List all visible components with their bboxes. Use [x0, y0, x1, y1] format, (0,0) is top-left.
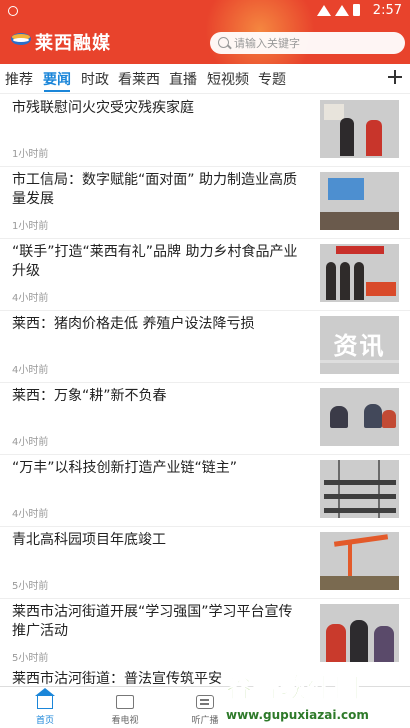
tab-live[interactable]: 直播	[169, 69, 197, 89]
news-item[interactable]: 莱西：猪肉价格走低 养殖户设法降亏损 4小时前 资讯	[0, 311, 410, 383]
nav-home[interactable]: 首页	[10, 687, 80, 728]
news-title: 市工信局：数字赋能“面对面” 助力制造业高质量发展	[12, 172, 297, 207]
tab-short-video[interactable]: 短视频	[207, 69, 249, 89]
app-screen: 2:57 莱西融媒 推荐 要闻 时政 看莱西 直播 短视频 专题 市残联慰问火灾…	[0, 0, 410, 728]
news-thumbnail	[320, 388, 399, 446]
news-thumbnail	[320, 100, 399, 158]
news-thumbnail	[320, 244, 399, 302]
tab-recommend[interactable]: 推荐	[5, 69, 33, 89]
news-title: 市残联慰问火灾受灾残疾家庭	[12, 100, 194, 116]
battery-icon	[353, 4, 360, 16]
status-time: 2:57	[372, 3, 402, 18]
news-title: 青北高科园项目年底竣工	[12, 532, 166, 548]
news-item[interactable]: 市工信局：数字赋能“面对面” 助力制造业高质量发展 1小时前	[0, 167, 410, 239]
radio-icon	[196, 695, 214, 709]
search-bar[interactable]	[210, 32, 405, 54]
search-icon	[218, 37, 229, 48]
tab-politics[interactable]: 时政	[81, 69, 109, 89]
news-title: 莱西市沽河街道：普法宣传筑平安	[12, 671, 222, 687]
news-time: 4小时前	[12, 293, 49, 304]
news-item[interactable]: 青北高科园项目年底竣工 5小时前	[0, 527, 410, 599]
nav-tv[interactable]: 看电视	[90, 687, 160, 728]
app-header: 2:57 莱西融媒	[0, 0, 410, 64]
news-time: 4小时前	[12, 437, 49, 448]
news-thumbnail	[320, 532, 399, 590]
tv-icon	[116, 695, 134, 709]
news-item[interactable]: “联手”打造“莱西有礼”品牌 助力乡村食品产业升级 4小时前	[0, 239, 410, 311]
news-thumbnail	[320, 604, 399, 662]
news-thumbnail	[320, 172, 399, 230]
news-thumbnail	[320, 460, 399, 518]
notification-icon	[8, 6, 18, 16]
news-thumbnail-label: 资讯	[333, 332, 386, 360]
brand-logo-icon	[11, 33, 31, 45]
status-icons	[317, 4, 360, 16]
nav-tv-label: 看电视	[111, 716, 139, 726]
tab-headlines[interactable]: 要闻	[43, 69, 71, 89]
add-channel-icon[interactable]	[386, 68, 404, 86]
news-time: 4小时前	[12, 365, 49, 376]
news-time: 4小时前	[12, 509, 49, 520]
news-time: 1小时前	[12, 221, 49, 232]
tab-see-laixi[interactable]: 看莱西	[118, 69, 160, 89]
news-list: 市残联慰问火灾受灾残疾家庭 1小时前 市工信局：数字赋能“面对面” 助力制造业高…	[0, 95, 410, 665]
nav-home-label: 首页	[35, 716, 54, 726]
watermark-url: www.gupuxiazai.com	[224, 708, 371, 722]
search-input[interactable]	[234, 35, 394, 51]
news-item[interactable]: 莱西市沽河街道开展“学习强国”学习平台宣传推广活动 5小时前	[0, 599, 410, 665]
news-title: “万丰”以科技创新打造产业链“链主”	[12, 460, 238, 476]
news-thumbnail: 资讯	[320, 316, 399, 374]
brand-title: 莱西融媒	[35, 33, 111, 54]
news-time: 5小时前	[12, 581, 49, 592]
news-item[interactable]: 莱西：万象“耕”新不负春 4小时前	[0, 383, 410, 455]
wifi-icon	[317, 4, 331, 16]
status-bar: 2:57	[0, 0, 410, 22]
news-title: 莱西市沽河街道开展“学习强国”学习平台宣传推广活动	[12, 604, 293, 639]
news-title: “联手”打造“莱西有礼”品牌 助力乡村食品产业升级	[12, 244, 298, 279]
active-tab-indicator	[44, 90, 70, 92]
news-title: 莱西：万象“耕”新不负春	[12, 388, 167, 404]
signal-icon	[335, 4, 349, 16]
news-item[interactable]: “万丰”以科技创新打造产业链“链主” 4小时前	[0, 455, 410, 527]
watermark-text: 谷普软件园	[225, 674, 362, 705]
news-item[interactable]: 市残联慰问火灾受灾残疾家庭 1小时前	[0, 95, 410, 167]
home-icon	[35, 688, 55, 709]
category-tabs: 推荐 要闻 时政 看莱西 直播 短视频 专题	[0, 64, 410, 94]
news-time: 5小时前	[12, 653, 49, 664]
site-watermark: 谷普软件园 www.gupuxiazai.com	[222, 668, 410, 728]
news-title: 莱西：猪肉价格走低 养殖户设法降亏损	[12, 316, 255, 332]
tab-special[interactable]: 专题	[258, 69, 286, 89]
news-time: 1小时前	[12, 149, 49, 160]
